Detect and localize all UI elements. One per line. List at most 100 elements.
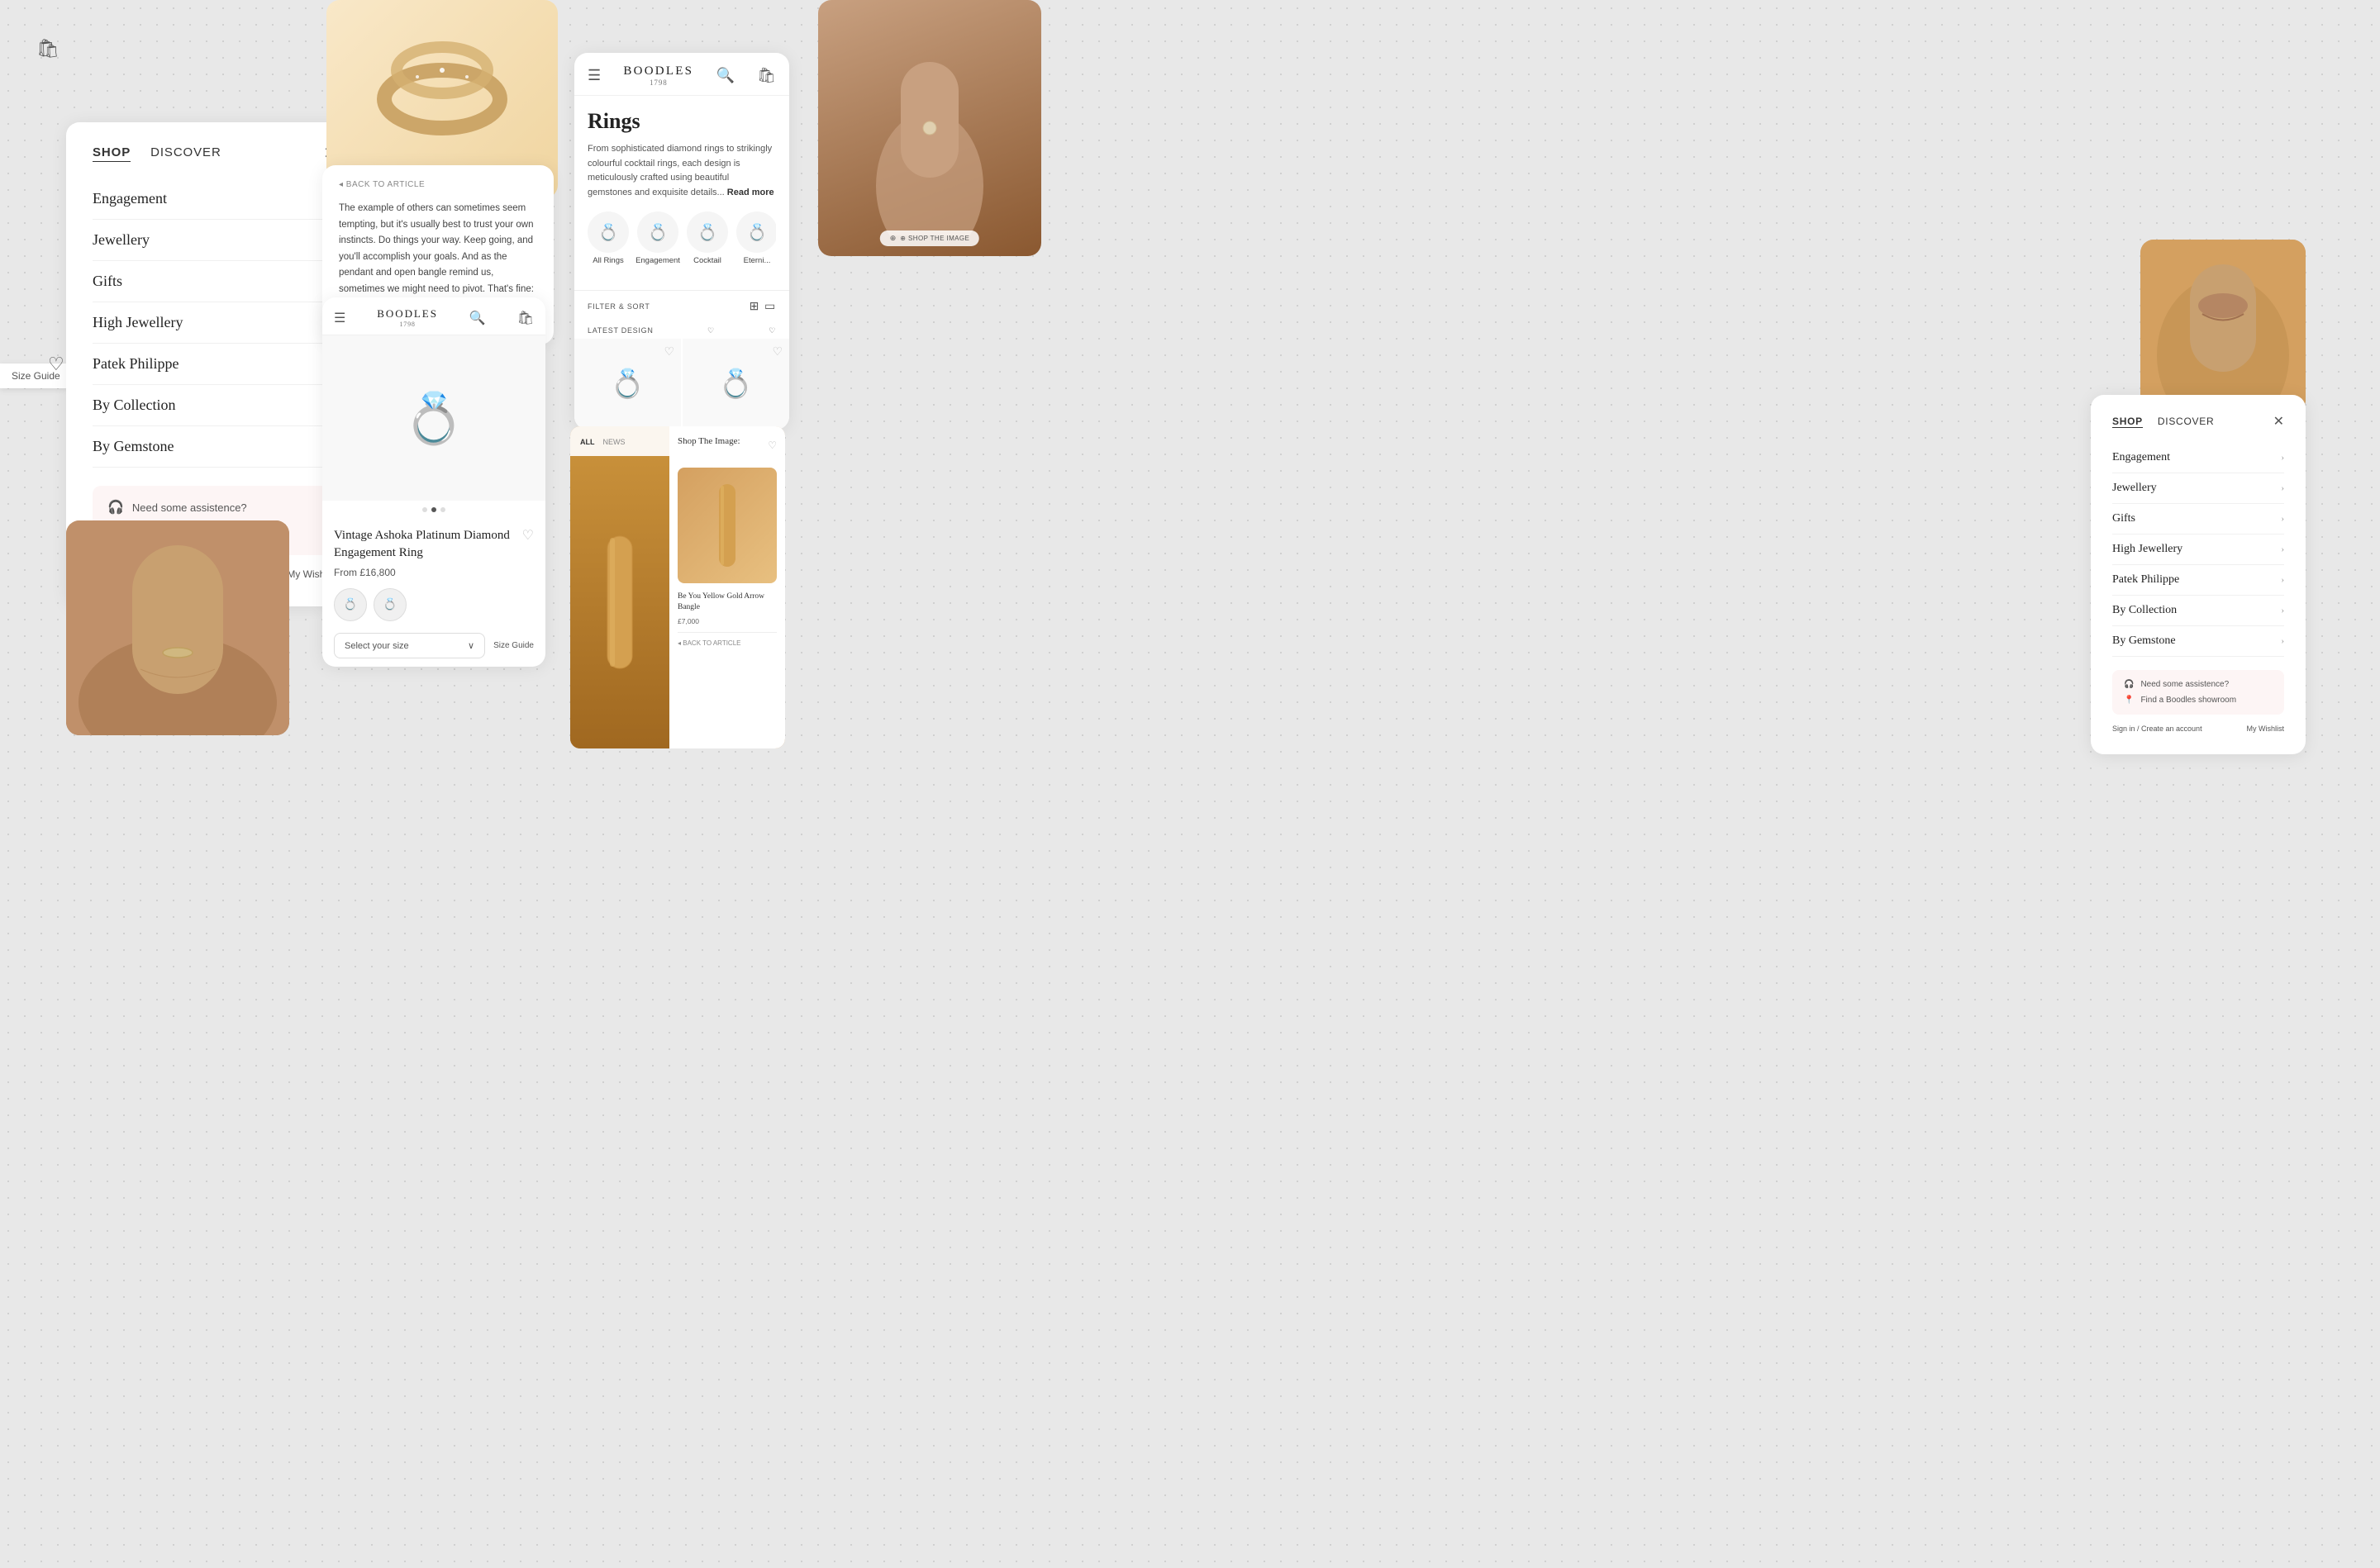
swatch-1[interactable]: 💍 — [334, 588, 367, 621]
wishlist-heart-icon[interactable]: ♡ — [48, 354, 64, 375]
close-nav-right-button[interactable]: ✕ — [2273, 413, 2284, 430]
rings-description: From sophisticated diamond rings to stri… — [588, 142, 776, 200]
shop-product-price: £7,000 — [678, 617, 777, 625]
tab-discover-right[interactable]: DISCOVER — [2158, 416, 2214, 428]
tab-shop-right[interactable]: SHOP — [2112, 416, 2143, 428]
headset-icon-right: 🎧 — [2124, 680, 2134, 689]
back-to-article-link[interactable]: ◂ BACK TO ARTICLE — [339, 180, 537, 189]
dot-1 — [422, 507, 427, 512]
product-wishlist-icon[interactable]: ♡ — [522, 527, 534, 544]
product-ring-image: 💍 — [403, 389, 465, 448]
tab-discover[interactable]: DISCOVER — [150, 145, 221, 162]
menu-item-patek-philippe-r[interactable]: Patek Philippe › — [2112, 565, 2284, 596]
brand-name: BOODLES — [623, 64, 693, 78]
product-cell-2[interactable]: 💍 ♡ — [683, 339, 789, 430]
swatch-2[interactable]: 💍 — [374, 588, 407, 621]
nav-tabs: SHOP DISCOVER ✕ — [93, 145, 337, 162]
latest-design-label: LATEST DESIGN ♡ ♡ — [574, 321, 789, 339]
menu-item-high-jewellery[interactable]: High Jewellery › — [93, 302, 337, 344]
menu-item-patek-philippe[interactable]: Patek Philippe › — [93, 344, 337, 385]
menu-item-engagement[interactable]: Engagement › — [93, 178, 337, 220]
rings-page-header: ☰ BOODLES 1798 🔍 🛍 — [574, 53, 789, 96]
bangle-background — [570, 456, 669, 748]
bag-icon-product[interactable]: 🛍 — [517, 310, 534, 326]
brand-year-product: 1798 — [377, 321, 438, 328]
shop-icon-right: ⊕ — [890, 234, 897, 243]
headset-icon: 🎧 — [107, 499, 124, 516]
search-icon[interactable]: 🔍 — [716, 67, 735, 84]
product-swatches: 💍 💍 — [334, 588, 534, 621]
ring-categories: 💍 All Rings 💍 Engagement 💍 Cocktail 💍 Et… — [588, 211, 776, 265]
size-select-dropdown[interactable]: Select your size ∨ — [334, 633, 485, 658]
menu-item-by-gemstone[interactable]: By Gemstone › — [93, 426, 337, 468]
menu-item-engagement-r[interactable]: Engagement › — [2112, 443, 2284, 473]
menu-item-by-gemstone-r[interactable]: By Gemstone › — [2112, 626, 2284, 657]
menu-item-jewellery[interactable]: Jewellery › — [93, 220, 337, 261]
menu-item-high-jewellery-r[interactable]: High Jewellery › — [2112, 535, 2284, 565]
my-wishlist-link-right[interactable]: My Wishlist — [2247, 725, 2285, 733]
pin-icon-right: 📍 — [2124, 696, 2134, 705]
all-rings-icon: 💍 — [588, 211, 629, 253]
cat-eternity[interactable]: 💍 Eterni... — [736, 211, 776, 265]
back-to-article-link-shop[interactable]: ◂ BACK TO ARTICLE — [678, 632, 777, 647]
chevron-right-icon-r5: › — [2281, 575, 2284, 585]
hamburger-icon[interactable]: ☰ — [588, 67, 601, 84]
product-detail-card: ☰ BOODLES 1798 🔍 🛍 💍 Vintage Ashoka Plat… — [322, 297, 545, 667]
chevron-right-icon-r: › — [2281, 453, 2284, 463]
filter-sort-label[interactable]: FILTER & SORT — [588, 302, 650, 311]
wishlist-heart-icon-2[interactable]: ♡ — [769, 326, 776, 335]
overlay-tabs: ALL NEWS — [580, 438, 626, 446]
shop-heart-icon[interactable]: ♡ — [768, 440, 777, 452]
bag-icon[interactable]: 🛍 — [36, 38, 60, 59]
chevron-right-icon-r2: › — [2281, 483, 2284, 493]
rings-content: Rings From sophisticated diamond rings t… — [574, 96, 789, 290]
hamburger-icon-product[interactable]: ☰ — [334, 310, 345, 326]
menu-item-by-collection[interactable]: By Collection › — [93, 385, 337, 426]
product-header: ☰ BOODLES 1798 🔍 🛍 — [322, 297, 545, 335]
rings-title: Rings — [588, 109, 776, 134]
list-view-icon[interactable]: ▭ — [764, 299, 776, 313]
nav-tabs-right: SHOP DISCOVER ✕ — [2112, 413, 2284, 430]
nav-menu-right: SHOP DISCOVER ✕ Engagement › Jewellery ›… — [2091, 395, 2306, 754]
search-icon-product[interactable]: 🔍 — [469, 310, 486, 326]
tab-all[interactable]: ALL — [580, 438, 595, 446]
product-image-area: 💍 — [322, 335, 545, 501]
chevron-right-icon-r3: › — [2281, 514, 2284, 524]
shop-panel: Shop The Image: ♡ Be You Yellow Gold Arr… — [669, 426, 785, 748]
footer-showroom-right[interactable]: 📍 Find a Boodles showroom — [2124, 696, 2273, 705]
product-heart-icon[interactable]: ♡ — [664, 345, 674, 359]
read-more-link[interactable]: Read more — [727, 188, 774, 197]
product-info: Vintage Ashoka Platinum Diamond Engageme… — [322, 519, 545, 667]
menu-item-jewellery-r[interactable]: Jewellery › — [2112, 473, 2284, 504]
sign-in-link-right[interactable]: Sign in / Create an account — [2112, 725, 2202, 733]
product-cell-1[interactable]: 💍 ♡ — [574, 339, 681, 430]
image-progress-dots — [322, 501, 545, 519]
menu-item-by-collection-r[interactable]: By Collection › — [2112, 596, 2284, 626]
wishlist-heart-icon[interactable]: ♡ — [707, 326, 715, 335]
tab-news[interactable]: NEWS — [603, 438, 626, 446]
hand-photo-bottom-left — [66, 520, 289, 735]
eternity-ring-icon: 💍 — [736, 211, 776, 253]
grid-view-icon[interactable]: ⊞ — [750, 299, 759, 313]
brand-logo: BOODLES 1798 — [623, 64, 693, 87]
menu-item-gifts-r[interactable]: Gifts › — [2112, 504, 2284, 535]
product-title: Vintage Ashoka Platinum Diamond Engageme… — [334, 527, 522, 562]
size-guide-link[interactable]: Size Guide — [493, 641, 534, 650]
rings-page: ☰ BOODLES 1798 🔍 🛍 Rings From sophistica… — [574, 53, 789, 430]
chevron-right-icon-r4: › — [2281, 544, 2284, 554]
shop-product-name: Be You Yellow Gold Arrow Bangle — [678, 592, 777, 614]
cat-all-rings[interactable]: 💍 All Rings — [588, 211, 629, 265]
bag-icon[interactable]: 🛍 — [757, 67, 776, 84]
cat-engagement[interactable]: 💍 Engagement — [637, 211, 678, 265]
hand-photo-right: ⊕ ⊕ SHOP THE IMAGE — [818, 0, 1041, 256]
footer-assist-right[interactable]: 🎧 Need some assistence? — [2124, 680, 2273, 689]
footer-assist[interactable]: 🎧 Need some assistence? — [107, 499, 322, 516]
brand-year: 1798 — [623, 78, 693, 87]
shop-product-image — [678, 468, 777, 583]
filter-bar: FILTER & SORT ⊞ ▭ — [574, 290, 789, 321]
product-heart-icon-2[interactable]: ♡ — [772, 345, 783, 359]
menu-item-gifts[interactable]: Gifts › — [93, 261, 337, 302]
cat-cocktail[interactable]: 💍 Cocktail — [687, 211, 728, 265]
tab-shop[interactable]: SHOP — [93, 145, 131, 162]
shop-image-label-right[interactable]: ⊕ ⊕ SHOP THE IMAGE — [880, 230, 979, 246]
